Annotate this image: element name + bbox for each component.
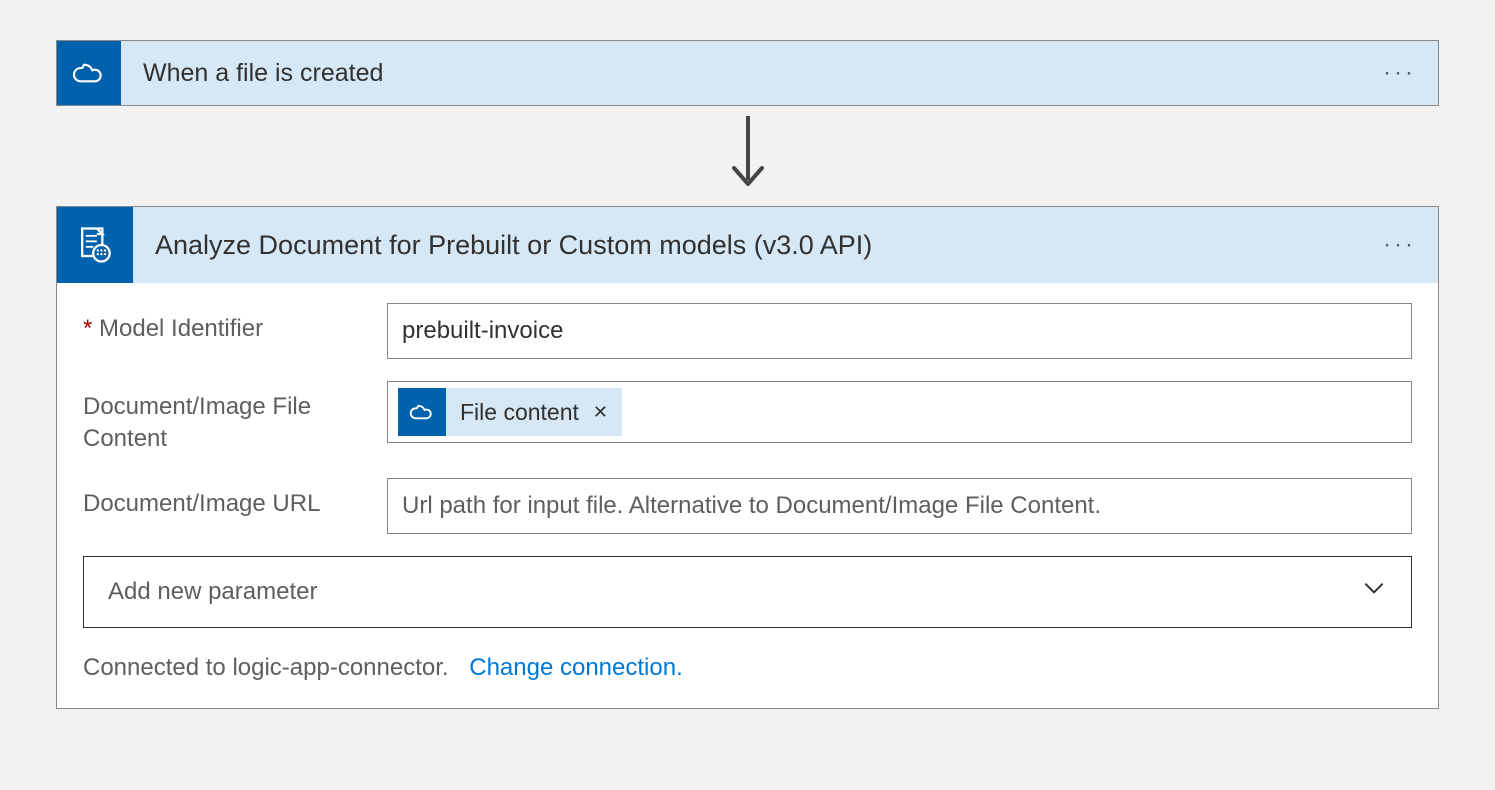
trigger-title: When a file is created xyxy=(121,59,1361,88)
field-model-identifier: * Model Identifier xyxy=(83,303,1412,359)
flow-arrow xyxy=(56,106,1439,206)
field-file-content: Document/Image File Content File content… xyxy=(83,381,1412,456)
action-title: Analyze Document for Prebuilt or Custom … xyxy=(133,230,1361,261)
add-parameter-dropdown[interactable]: Add new parameter xyxy=(83,556,1412,628)
trigger-card[interactable]: When a file is created ··· xyxy=(56,40,1439,106)
connection-text: Connected to logic-app-connector. xyxy=(83,654,449,681)
chevron-down-icon xyxy=(1361,575,1387,608)
trigger-header[interactable]: When a file is created ··· xyxy=(57,41,1438,105)
file-content-control[interactable]: File content ✕ xyxy=(387,381,1412,443)
form-recognizer-icon xyxy=(57,207,133,283)
url-input[interactable] xyxy=(402,492,1397,520)
action-header[interactable]: Analyze Document for Prebuilt or Custom … xyxy=(57,207,1438,283)
trigger-more-button[interactable]: ··· xyxy=(1361,61,1438,85)
url-label: Document/Image URL xyxy=(83,478,387,520)
action-body: * Model Identifier Document/Image File C… xyxy=(57,283,1438,708)
action-card: Analyze Document for Prebuilt or Custom … xyxy=(56,206,1439,709)
model-identifier-control[interactable] xyxy=(387,303,1412,359)
field-url: Document/Image URL xyxy=(83,478,1412,534)
url-control[interactable] xyxy=(387,478,1412,534)
add-parameter-label: Add new parameter xyxy=(108,578,317,606)
model-identifier-input[interactable] xyxy=(402,317,1397,345)
connection-info: Connected to logic-app-connector. Change… xyxy=(83,654,1412,682)
action-more-button[interactable]: ··· xyxy=(1361,233,1438,257)
token-remove-button[interactable]: ✕ xyxy=(589,402,622,423)
file-content-label: Document/Image File Content xyxy=(83,381,387,456)
change-connection-link[interactable]: Change connection. xyxy=(455,654,683,681)
model-identifier-label: * Model Identifier xyxy=(83,303,387,345)
onedrive-icon xyxy=(398,388,446,436)
onedrive-icon xyxy=(57,41,121,105)
file-content-token[interactable]: File content ✕ xyxy=(398,388,622,436)
token-label: File content xyxy=(446,399,589,426)
